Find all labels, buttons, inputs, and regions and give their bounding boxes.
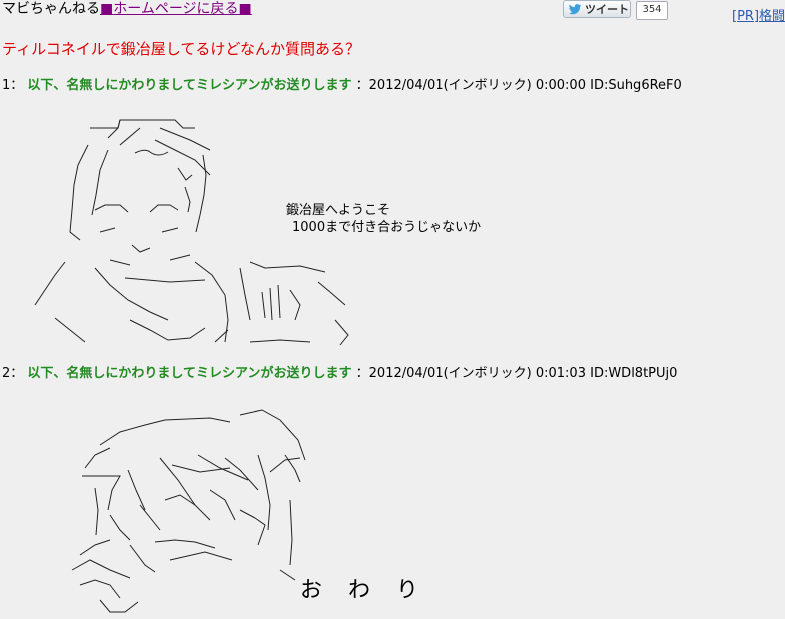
tweet-button[interactable]: ツイート (563, 0, 631, 18)
post-header: 2： 以下、名無しにかわりましてミレシアンがお送りします ：2012/04/01… (2, 362, 677, 381)
ascii-dialogue-line: 鍛冶屋へようこそ (286, 203, 391, 218)
site-header: マビちゃんねる■ホームページに戻る■ (2, 0, 252, 18)
post-meta: ：2012/04/01(インボリック) 0:00:00 ID:Suhg6ReF0 (355, 78, 682, 93)
post-number: 2： (2, 366, 24, 381)
ascii-dialogue-line: 1000まで付き合おうじゃないか (292, 220, 482, 235)
site-name: マビちゃんねる (2, 1, 100, 17)
thread-title: ティルコネイルで鍛冶屋してるけどなんか質問ある？ (2, 40, 361, 58)
tweet-label: ツイート (585, 3, 629, 16)
top-bar: マビちゃんねる■ホームページに戻る■ ツイート 354 [PR]格闘 (0, 0, 785, 30)
poster-name: 以下、名無しにかわりましてミレシアンがお送りします (27, 78, 352, 93)
post-number: 1： (2, 78, 24, 93)
tweet-count-badge: 354 (636, 1, 668, 20)
post-meta: ：2012/04/01(インボリック) 0:01:03 ID:WDl8tPUj0 (355, 366, 678, 381)
pr-link[interactable]: [PR]格闘 (732, 5, 785, 24)
twitter-bird-icon (568, 3, 582, 14)
post-header: 1： 以下、名無しにかわりましてミレシアンがお送りします ：2012/04/01… (2, 74, 682, 93)
ascii-end-text: お わ り (300, 578, 421, 603)
home-link[interactable]: ■ホームページに戻る■ (100, 1, 252, 17)
poster-name: 以下、名無しにかわりましてミレシアンがお送りします (27, 366, 352, 381)
